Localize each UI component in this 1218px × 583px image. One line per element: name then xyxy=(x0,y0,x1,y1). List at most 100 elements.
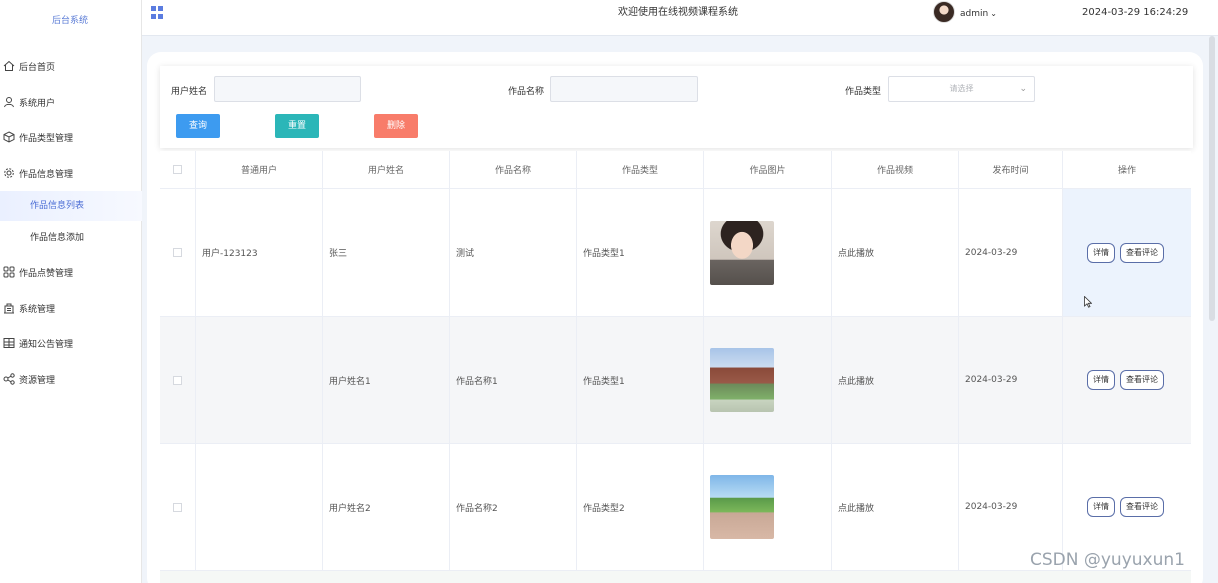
cell-name: 用户姓名2 xyxy=(323,444,450,570)
user-name: admin xyxy=(960,9,989,19)
column-header[interactable]: 作品视频 xyxy=(832,151,959,188)
table-row[interactable]: 用户-123123 张三 测试 作品类型1 点此播放 2024-03-29 详情… xyxy=(160,189,1191,317)
table-row[interactable] xyxy=(160,571,1191,583)
home-icon xyxy=(2,59,16,73)
cell-video-link[interactable]: 点此播放 xyxy=(832,189,959,316)
cell-type: 作品类型2 xyxy=(577,444,704,570)
sidebar-item-label: 作品点赞管理 xyxy=(19,268,74,279)
user-menu[interactable]: admin ⌄ xyxy=(960,0,997,28)
sidebar-item-work-likes[interactable]: 作品点赞管理 xyxy=(0,257,142,287)
work-thumbnail[interactable] xyxy=(710,348,774,412)
sidebar-item-label: 系统用户 xyxy=(19,98,56,109)
sidebar-item-system[interactable]: 系统管理 xyxy=(0,293,142,323)
sidebar-item-label: 作品信息管理 xyxy=(19,169,74,180)
cube-icon xyxy=(2,130,16,144)
brand-title: 后台系统 xyxy=(52,16,89,26)
table-header: 普通用户 用户姓名 作品名称 作品类型 作品图片 作品视频 发布时间 操作 xyxy=(160,151,1191,189)
select-all-cell xyxy=(160,151,196,188)
cell-user: 用户-123123 xyxy=(196,189,323,316)
column-header[interactable]: 作品图片 xyxy=(704,151,832,188)
sidebar-item-work-info[interactable]: 作品信息管理 xyxy=(0,158,142,188)
delete-button[interactable]: 删除 xyxy=(374,114,418,138)
apps-grid-icon[interactable] xyxy=(151,6,164,19)
chevron-down-icon: ⌄ xyxy=(1019,84,1027,94)
sidebar-item-label: 后台首页 xyxy=(19,62,56,73)
row-checkbox[interactable] xyxy=(173,502,182,512)
share-icon xyxy=(2,372,16,386)
cell-work: 作品名称2 xyxy=(450,444,577,570)
column-header[interactable]: 用户姓名 xyxy=(323,151,450,188)
gear-icon xyxy=(2,166,16,180)
reset-button[interactable]: 重置 xyxy=(275,114,319,138)
cell-video-link[interactable]: 点此播放 xyxy=(832,444,959,570)
cell-actions: 详情 查看评论 xyxy=(1063,189,1191,316)
cell-date: 2024-03-29 xyxy=(959,317,1063,443)
column-header[interactable]: 作品类型 xyxy=(577,151,704,188)
detail-button[interactable]: 详情 xyxy=(1087,370,1115,390)
avatar[interactable] xyxy=(933,1,955,23)
detail-button[interactable]: 详情 xyxy=(1087,497,1115,517)
cell-type: 作品类型1 xyxy=(577,189,704,316)
mouse-cursor-icon xyxy=(1084,296,1092,308)
column-header: 操作 xyxy=(1117,166,1136,176)
sidebar-item-work-add[interactable]: 作品信息添加 xyxy=(0,223,142,253)
work-type-select[interactable]: 请选择 ⌄ xyxy=(888,76,1035,102)
work-name-input[interactable] xyxy=(550,76,698,102)
view-comments-button[interactable]: 查看评论 xyxy=(1120,497,1164,517)
work-thumbnail[interactable] xyxy=(710,475,774,539)
datetime-display: 2024-03-29 16:24:29 xyxy=(1082,7,1189,18)
cell-name: 用户姓名1 xyxy=(323,317,450,443)
cell-work: 测试 xyxy=(450,189,577,316)
watermark-text: CSDN @yuyuxun1 xyxy=(1030,550,1185,570)
sidebar-item-label: 资源管理 xyxy=(19,375,56,386)
table-row[interactable]: 用户姓名1 作品名称1 作品类型1 点此播放 2024-03-29 详情 查看评… xyxy=(160,317,1191,444)
detail-button[interactable]: 详情 xyxy=(1087,242,1115,263)
table-icon xyxy=(2,336,16,350)
chevron-down-icon: ⌄ xyxy=(990,9,997,18)
top-header: 欢迎使用在线视频课程系统 admin ⌄ 2024-03-29 16:24:29 xyxy=(142,0,1218,36)
cell-image xyxy=(704,189,832,316)
sidebar-item-label: 作品类型管理 xyxy=(19,133,74,144)
cell-date: 2024-03-29 xyxy=(959,189,1063,316)
select-all-checkbox[interactable] xyxy=(173,165,182,174)
column-header[interactable]: 发布时间 xyxy=(959,151,1063,188)
cell-type: 作品类型1 xyxy=(577,317,704,443)
row-select-cell xyxy=(160,189,196,316)
cell-work: 作品名称1 xyxy=(450,317,577,443)
column-header[interactable]: 作品名称 xyxy=(450,151,577,188)
grid-icon xyxy=(2,265,16,279)
sidebar-item-home[interactable]: 后台首页 xyxy=(0,51,142,81)
user-name-label: 用户姓名 xyxy=(171,87,208,97)
row-select-cell xyxy=(160,317,196,443)
work-type-placeholder: 请选择 xyxy=(949,84,974,93)
cell-actions: 详情 查看评论 xyxy=(1063,317,1191,443)
column-header[interactable]: 普通用户 xyxy=(196,151,323,188)
cell-video-link[interactable]: 点此播放 xyxy=(832,317,959,443)
sidebar-item-resources[interactable]: 资源管理 xyxy=(0,364,142,394)
sidebar-item-work-list[interactable]: 作品信息列表 xyxy=(0,191,142,221)
welcome-text: 欢迎使用在线视频课程系统 xyxy=(618,7,738,18)
user-icon xyxy=(2,95,16,109)
user-name-input[interactable] xyxy=(214,76,361,102)
row-select-cell xyxy=(160,444,196,570)
query-button[interactable]: 查询 xyxy=(176,114,220,138)
sidebar: 后台系统 后台首页 系统用户 作品类型管理 作品信息管理 作品信息列表 作品信息… xyxy=(0,0,142,583)
cell-image xyxy=(704,444,832,570)
page-scrollbar[interactable] xyxy=(1209,36,1215,321)
work-type-label: 作品类型 xyxy=(845,87,882,97)
sidebar-item-work-types[interactable]: 作品类型管理 xyxy=(0,122,142,152)
cell-user xyxy=(196,444,323,570)
work-thumbnail[interactable] xyxy=(710,220,774,285)
cell-name: 张三 xyxy=(323,189,450,316)
cell-image xyxy=(704,317,832,443)
view-comments-button[interactable]: 查看评论 xyxy=(1120,370,1164,390)
view-comments-button[interactable]: 查看评论 xyxy=(1120,242,1164,263)
row-checkbox[interactable] xyxy=(173,248,182,257)
row-checkbox[interactable] xyxy=(173,375,182,385)
cell-user xyxy=(196,317,323,443)
sidebar-item-system-users[interactable]: 系统用户 xyxy=(0,87,142,117)
building-icon xyxy=(2,301,16,315)
work-name-label: 作品名称 xyxy=(508,87,545,97)
sidebar-item-notices[interactable]: 通知公告管理 xyxy=(0,328,142,358)
sidebar-item-label: 系统管理 xyxy=(19,304,56,315)
